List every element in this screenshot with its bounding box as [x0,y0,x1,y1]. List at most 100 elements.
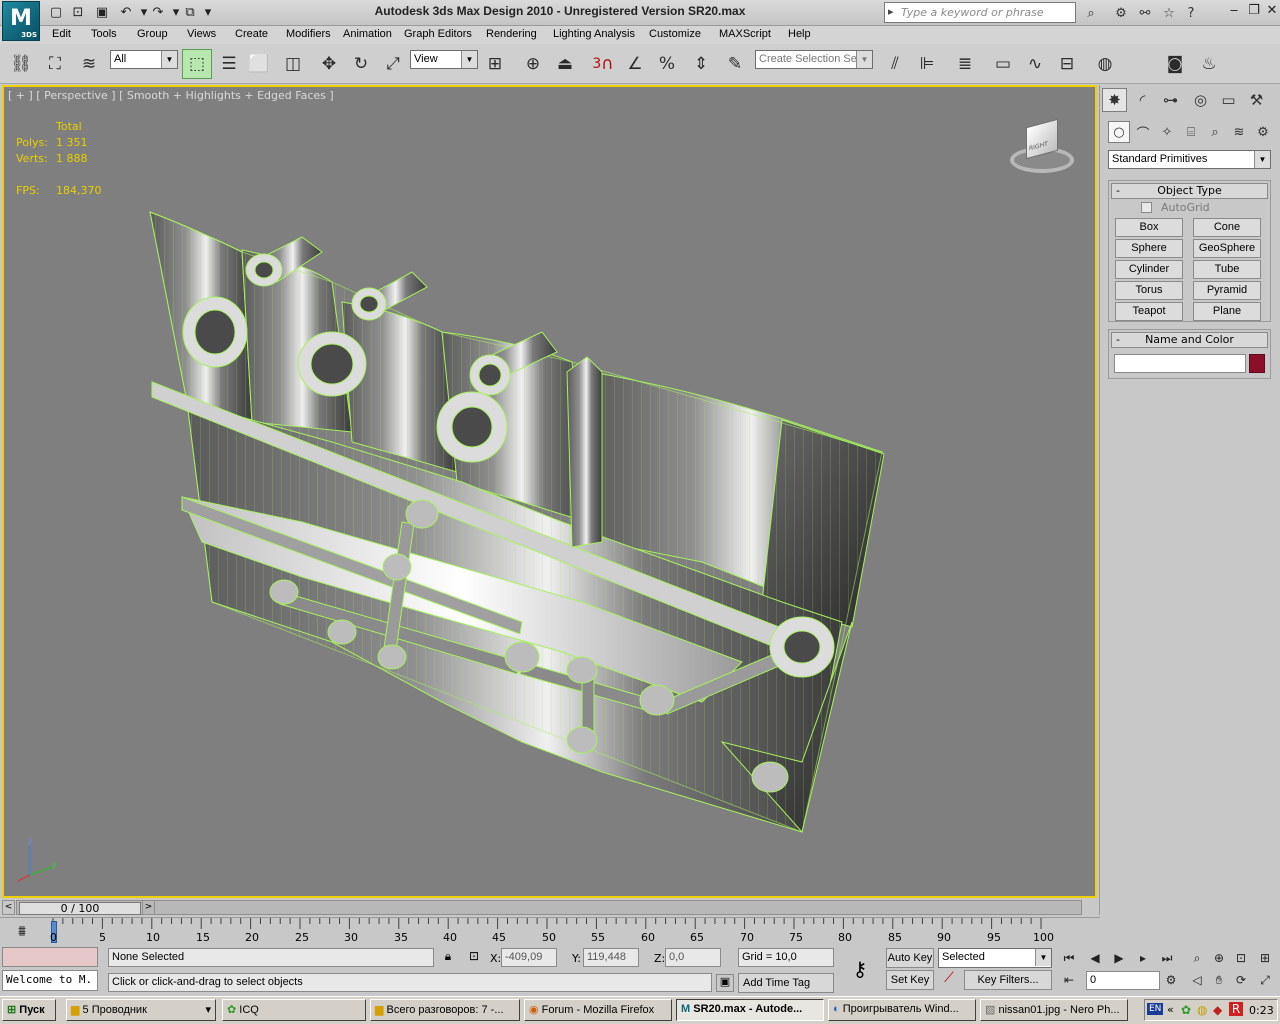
app-tray-icon[interactable]: R [1229,1002,1243,1016]
go-to-end-icon[interactable]: ⏭ [1156,948,1178,968]
absolute-mode-icon[interactable]: ⊡ [466,949,482,965]
object-color-swatch[interactable] [1249,354,1265,373]
y-coordinate-field[interactable]: 119,448 [583,948,639,967]
menu-customize[interactable]: Customize [649,27,701,41]
track-bar[interactable]: ⩩ 0 5 10 15 20 25 30 35 40 45 50 55 60 6… [0,917,1100,945]
menu-views[interactable]: Views [187,27,216,41]
pivot-center-icon[interactable]: ⊞ [480,49,510,79]
language-indicator[interactable]: EN [1147,1003,1164,1015]
time-configuration-icon[interactable]: ⚙ [1160,970,1182,990]
menu-lighting-analysis[interactable]: Lighting Analysis [553,27,635,41]
start-button[interactable]: ⊞ Пуск [2,999,56,1021]
play-icon[interactable]: ▶ [1108,948,1130,968]
systems-icon[interactable]: ⚙ [1252,121,1274,143]
key-mode-dropdown[interactable]: Selected ▼ [938,948,1052,968]
x-coordinate-field[interactable]: -409,09 [501,948,557,967]
task-media-player[interactable]: ◐ Проигрыватель Wind... [828,999,976,1021]
communication-center-icon[interactable]: ⚯ [1134,3,1156,23]
task-nero-photo[interactable]: ▧ nissan01.jpg - Nero Ph... [980,999,1128,1021]
select-and-rotate-icon[interactable]: ↻ [346,49,376,79]
create-tab-icon[interactable]: ✸ [1102,88,1127,112]
selection-filter-dropdown[interactable]: All ▼ [110,50,178,69]
time-slider-thumb[interactable]: 0 / 100 [19,902,141,915]
minimize-icon[interactable]: ‒ [1224,3,1244,21]
menu-animation[interactable]: Animation [343,27,392,41]
subscription-icon[interactable]: ⚙ [1110,3,1132,23]
cylinder-button[interactable]: Cylinder [1115,260,1183,279]
pyramid-button[interactable]: Pyramid [1193,281,1261,300]
go-to-start-icon[interactable]: ⏮ [1058,948,1080,968]
tray-expand-icon[interactable]: « [1167,1003,1174,1016]
snaps-toggle-icon[interactable]: 3 ∩ [588,49,618,79]
keyboard-shortcut-override-icon[interactable]: ⏏ [550,49,580,79]
object-type-rollout-header[interactable]: - Object Type [1111,183,1268,199]
select-and-scale-icon[interactable]: ⤢ [378,49,408,79]
percent-snap-icon[interactable]: % [652,49,682,79]
reference-coordinate-dropdown[interactable]: View ▼ [410,50,478,69]
application-button[interactable]: M 3DS [2,1,40,41]
search-input[interactable]: Type a keyword or phrase [884,2,1076,23]
geometry-icon[interactable]: ○ [1108,121,1130,143]
redo-icon[interactable]: ↷ [148,3,168,21]
binoculars-icon[interactable]: ⌕ [1080,3,1102,23]
key-mode-toggle-icon[interactable]: ⇤ [1058,970,1080,990]
task-explorer[interactable]: ▆ 5 Проводник ▾ [66,999,216,1021]
plane-button[interactable]: Plane [1193,302,1261,321]
set-keys-key-icon[interactable]: ⚷ [842,957,878,983]
render-setup-icon[interactable]: ◙ [1160,49,1190,79]
open-file-icon[interactable]: ⊡ [68,3,88,21]
display-tab-icon[interactable]: ▭ [1216,88,1241,112]
unlink-icon[interactable]: ⛶ [40,49,70,79]
bind-to-space-warp-icon[interactable]: ≋ [74,49,104,79]
menu-edit[interactable]: Edit [52,27,71,41]
key-filters-button[interactable]: Key Filters... [964,970,1052,990]
help-icon[interactable]: ? [1180,3,1202,23]
antivirus-tray-icon[interactable]: ◆ [1213,1003,1222,1017]
object-category-dropdown[interactable]: Standard Primitives ▼ [1108,150,1271,169]
select-by-name-icon[interactable]: ☰ [214,49,244,79]
rectangular-selection-icon[interactable]: ⬜ [244,49,274,79]
menu-rendering[interactable]: Rendering [486,27,537,41]
zoom-icon[interactable]: ⌕ [1186,948,1208,968]
object-name-input[interactable] [1114,354,1246,373]
lock-selection-icon[interactable]: 🔒︎ [440,949,456,965]
lights-icon[interactable]: ✧ [1156,121,1178,143]
cone-button[interactable]: Cone [1193,218,1261,237]
schematic-view-icon[interactable]: ⊟ [1052,49,1082,79]
menu-graph-editors[interactable]: Graph Editors [404,27,472,41]
undo-icon[interactable]: ↶ [116,3,136,21]
named-selection-set-dropdown[interactable]: Create Selection Se ▼ [755,50,873,69]
maxscript-listener-output[interactable]: Welcome to M. [2,970,98,991]
project-folder-icon[interactable]: ⧉ [180,3,200,21]
layer-manager-icon[interactable]: ≣ [950,49,980,79]
menu-tools[interactable]: Tools [91,27,117,41]
select-and-manipulate-icon[interactable]: ⊕ [518,49,548,79]
cameras-icon[interactable]: ⌸ [1180,121,1202,143]
current-frame-field[interactable]: 0 [1086,971,1160,990]
add-time-tag-button[interactable]: Add Time Tag [738,973,834,993]
zoom-all-icon[interactable]: ⊕ [1208,948,1230,968]
autogrid-checkbox[interactable] [1141,202,1152,213]
set-key-button[interactable]: Set Key [886,970,934,990]
edit-named-selection-icon[interactable]: ✎ [720,49,750,79]
zoom-extents-all-icon[interactable]: ⊞ [1254,948,1276,968]
menu-help[interactable]: Help [788,27,811,41]
teapot-button[interactable]: Teapot [1115,302,1183,321]
z-coordinate-field[interactable]: 0,0 [665,948,721,967]
maxscript-listener-mini[interactable] [2,947,98,967]
shapes-icon[interactable]: ⌒ [1132,121,1154,143]
window-crossing-icon[interactable]: ◫ [278,49,308,79]
hierarchy-tab-icon[interactable]: ⊶ [1158,88,1183,112]
tube-button[interactable]: Tube [1193,260,1261,279]
time-slider-track[interactable]: 0 / 100 [16,900,1082,915]
zoom-extents-icon[interactable]: ⊡ [1230,948,1252,968]
prev-frame-arrow-icon[interactable]: < [2,900,15,915]
close-icon[interactable]: ✕ [1262,3,1280,21]
viewport-label[interactable]: [ + ] [ Perspective ] [ Smooth + Highlig… [8,89,334,102]
utilities-tab-icon[interactable]: ⚒ [1244,88,1269,112]
time-tag-icon[interactable]: ▣ [716,974,734,992]
torus-button[interactable]: Torus [1115,281,1183,300]
helpers-icon[interactable]: ⌕ [1204,121,1226,143]
space-warps-icon[interactable]: ≋ [1228,121,1250,143]
maximize-viewport-icon[interactable]: ⤢ [1254,970,1276,990]
